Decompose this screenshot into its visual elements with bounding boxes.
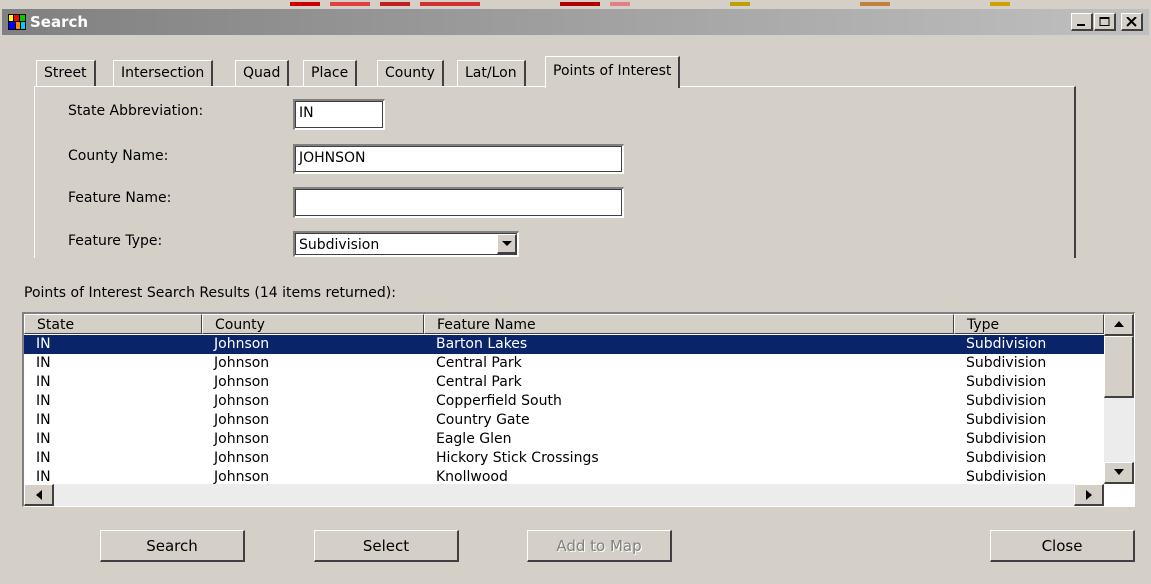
cell-state: IN [36,355,51,371]
table-row[interactable]: IN Johnson Barton Lakes Subdivision [24,335,1104,354]
table-row[interactable]: IN Johnson Central Park Subdivision [24,354,1104,373]
cell-type: Subdivision [966,450,1047,466]
window-title: Search [30,13,89,31]
cell-type: Subdivision [966,469,1047,485]
close-icon [1126,17,1137,27]
tab-lat-lon[interactable]: Lat/Lon [457,60,526,86]
scroll-up-button[interactable] [1104,314,1134,336]
cell-type: Subdivision [966,431,1047,447]
scroll-left-button[interactable] [24,484,54,506]
vertical-scrollbar[interactable] [1104,314,1134,484]
title-bar[interactable]: Search [2,9,1149,35]
cell-state: IN [36,336,51,352]
tab-street[interactable]: Street [36,60,96,86]
maximize-button[interactable] [1094,13,1116,31]
cell-feature-name: Eagle Glen [436,431,512,447]
cell-type: Subdivision [966,393,1047,409]
column-header-feature-name[interactable]: Feature Name [424,314,954,334]
maximize-icon [1099,17,1110,26]
cell-state: IN [36,469,51,485]
cell-county: Johnson [214,374,270,390]
search-button[interactable]: Search [100,530,245,562]
cell-state: IN [36,412,51,428]
results-list[interactable]: State County Feature Name Type IN Johnson… [22,312,1135,507]
cell-feature-name: Hickory Stick Crossings [436,450,599,466]
cell-feature-name: Copperfield South [436,393,562,409]
cell-feature-name: Central Park [436,374,522,390]
tab-county[interactable]: County [377,60,444,86]
horizontal-scrollbar[interactable] [24,484,1104,506]
cell-county: Johnson [214,469,270,485]
vertical-scroll-thumb[interactable] [1104,336,1134,398]
cell-county: Johnson [214,412,270,428]
cell-feature-name: Barton Lakes [436,336,528,352]
cell-feature-name: Country Gate [436,412,530,428]
table-row[interactable]: IN Johnson Country Gate Subdivision [24,411,1104,430]
desktop-background-strip [0,0,1151,9]
cell-county: Johnson [214,393,270,409]
table-row[interactable]: IN Johnson Copperfield South Subdivision [24,392,1104,411]
arrow-up-icon [1114,321,1124,327]
cell-type: Subdivision [966,355,1047,371]
cell-county: Johnson [214,450,270,466]
table-row[interactable]: IN Johnson Hickory Stick Crossings Subdivis… [24,449,1104,468]
arrow-left-icon [36,490,42,500]
cell-type: Subdivision [966,336,1047,352]
cell-county: Johnson [214,336,270,352]
cell-state: IN [36,431,51,447]
results-caption: Points of Interest Search Results (14 it… [24,285,396,301]
cell-county: Johnson [214,355,270,371]
cell-state: IN [36,374,51,390]
minimize-icon [1077,24,1085,26]
cell-type: Subdivision [966,412,1047,428]
scroll-right-button[interactable] [1074,484,1104,506]
tab-points-of-interest[interactable]: Points of Interest [545,56,681,88]
arrow-down-icon [1114,469,1124,475]
table-row[interactable]: IN Johnson Eagle Glen Subdivision [24,430,1104,449]
close-button[interactable]: Close [990,530,1135,562]
points-of-interest-panel [34,86,1076,258]
arrow-right-icon [1086,490,1092,500]
cell-state: IN [36,450,51,466]
table-row[interactable]: IN Johnson Central Park Subdivision [24,373,1104,392]
column-header-state[interactable]: State [24,314,202,334]
tab-place[interactable]: Place [303,60,358,86]
cell-feature-name: Central Park [436,355,522,371]
column-header-type[interactable]: Type [954,314,1104,334]
column-header-county[interactable]: County [202,314,424,334]
select-button[interactable]: Select [314,530,459,562]
cell-feature-name: Knollwood [436,469,508,485]
cell-county: Johnson [214,431,270,447]
results-header: State County Feature Name Type [24,314,1104,334]
minimize-button[interactable] [1071,13,1093,31]
close-window-button[interactable] [1121,13,1143,31]
add-to-map-button[interactable]: Add to Map [527,530,672,562]
tab-quad[interactable]: Quad [235,60,290,86]
app-icon [8,14,26,30]
scroll-down-button[interactable] [1104,462,1134,484]
cell-state: IN [36,393,51,409]
tab-intersection[interactable]: Intersection [113,60,214,86]
cell-type: Subdivision [966,374,1047,390]
